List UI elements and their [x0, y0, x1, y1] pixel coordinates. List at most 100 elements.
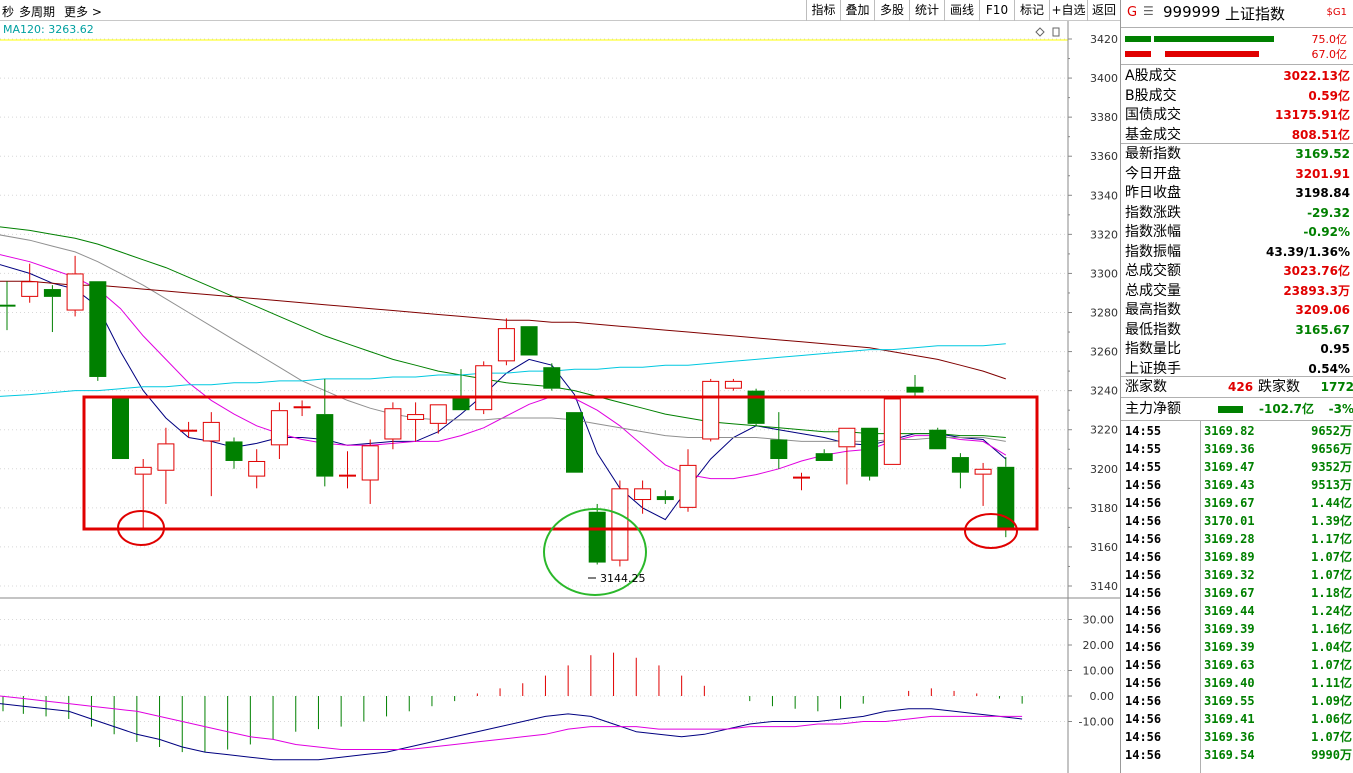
tick-price: 3169.43: [1204, 478, 1255, 492]
tick-volume: 1.44亿: [1311, 496, 1352, 510]
candle: [293, 400, 311, 417]
multi-stock-button[interactable]: 多股: [874, 0, 909, 21]
quote-row-label: 今日开盘: [1125, 165, 1181, 182]
price-tick-label: 3400: [1090, 72, 1118, 85]
overlay-button[interactable]: 叠加: [840, 0, 874, 21]
tick-volume: 1.07亿: [1311, 658, 1352, 672]
multi-period-tab[interactable]: 多周期: [19, 3, 55, 20]
tick-row: 14:56 3169.40 1.11亿: [1121, 674, 1353, 692]
back-button[interactable]: 返回: [1087, 0, 1120, 21]
tick-volume: 1.07亿: [1311, 568, 1352, 582]
quote-row: 总成交额 3023.76亿: [1121, 262, 1353, 281]
candle: [634, 480, 652, 514]
price-grid: [0, 38, 1068, 587]
quote-row-label: 国债成交: [1125, 107, 1181, 123]
candle: [339, 451, 356, 489]
candles: [0, 255, 1015, 567]
tick-volume: 1.11亿: [1311, 676, 1352, 690]
tick-price: 3169.28: [1204, 532, 1255, 546]
tick-volume: 9652万: [1311, 424, 1352, 438]
tick-volume: 1.07亿: [1311, 730, 1352, 744]
more-menu[interactable]: 更多 >: [64, 3, 102, 20]
tick-volume: 1.07亿: [1311, 550, 1352, 564]
tick-row: 14:56 3169.55 1.09亿: [1121, 692, 1353, 710]
indicator-button[interactable]: 指标: [806, 0, 840, 21]
tick-volume: 9513万: [1311, 478, 1352, 492]
quote-row-value: 43.39/1.36%: [1266, 244, 1350, 259]
chart-header-icons[interactable]: [1035, 27, 1060, 37]
candle: [770, 412, 788, 469]
statistics-button[interactable]: 统计: [909, 0, 944, 21]
buy-bar: [1154, 36, 1274, 42]
candle: [180, 421, 198, 438]
tick-price: 3169.47: [1204, 460, 1255, 474]
price-tick-label: 3220: [1090, 424, 1118, 437]
candle: [702, 378, 720, 442]
tick-row: 14:56 3169.63 1.07亿: [1121, 656, 1353, 674]
candle: [543, 363, 561, 391]
price-tick-label: 3160: [1090, 541, 1118, 554]
tick-price: 3169.39: [1204, 622, 1255, 636]
price-tick-label: 3360: [1090, 150, 1118, 163]
price-tick-label: 3140: [1090, 580, 1118, 593]
quote-row: 最低指数 3165.67: [1121, 321, 1353, 340]
add-watchlist-button[interactable]: +自选: [1049, 0, 1087, 21]
tick-time: 14:56: [1125, 748, 1162, 762]
ma120-label: MA120: 3263.62: [3, 23, 94, 36]
candle: [43, 285, 61, 333]
kline-chart[interactable]: MA120: 3263.62 3144.25 30.00 20.00 10.00 0.…: [0, 21, 1120, 773]
tick-price: 3169.36: [1204, 442, 1255, 456]
quote-row-label: 昨日收盘: [1125, 185, 1181, 201]
main-flow-bar: [1218, 406, 1243, 413]
breadth-row: 涨家数 426 跌家数 1772: [1121, 378, 1353, 397]
tick-row: 14:56 3169.67 1.44亿: [1121, 494, 1353, 512]
candle: [793, 472, 810, 491]
quote-row: 最高指数 3209.06: [1121, 301, 1353, 320]
quote-row-value: -0.92%: [1303, 225, 1350, 239]
tick-price: 3169.82: [1204, 424, 1255, 438]
quote-row-label: A股成交: [1125, 68, 1177, 84]
sell-bar-left: [1125, 51, 1151, 57]
candle: [225, 437, 243, 469]
tick-time: 14:56: [1125, 622, 1162, 636]
buy-bar-value: 75.0亿: [1311, 33, 1348, 46]
candle: [838, 427, 856, 485]
candle: [134, 459, 152, 530]
quote-row-label: 基金成交: [1125, 126, 1181, 143]
tick-row: 14:56 3169.89 1.07亿: [1121, 548, 1353, 566]
candle: [157, 427, 175, 504]
candle: [21, 263, 39, 303]
quote-row: 今日开盘 3201.91: [1121, 165, 1353, 184]
quote-row-value: 3209.06: [1295, 303, 1350, 317]
ma-lines: [0, 226, 1007, 521]
tick-volume: 1.06亿: [1311, 712, 1352, 726]
tick-row: 14:56 3169.54 9990万: [1121, 746, 1353, 764]
period-seconds-tab[interactable]: 秒: [2, 3, 14, 20]
menu-icon[interactable]: ☰: [1143, 4, 1154, 18]
quote-panel: G ☰ 999999 上证指数 $G1 75.0亿 67.0亿 A股成交 3022…: [1120, 0, 1353, 773]
low-circle-right: [964, 513, 1018, 549]
up-count: 426: [1228, 380, 1254, 394]
tick-time: 14:56: [1125, 640, 1162, 654]
quote-row-value: 0.95: [1320, 342, 1350, 356]
quote-row: B股成交 0.59亿: [1121, 87, 1353, 106]
candle: [815, 449, 833, 461]
candle: [929, 427, 947, 450]
candle: [475, 361, 493, 415]
tick-volume: 1.24亿: [1311, 604, 1352, 618]
candle: [407, 402, 425, 442]
tick-time: 14:56: [1125, 676, 1162, 690]
window-icon: [1052, 27, 1060, 37]
macd-tick-label: 0.00: [1090, 690, 1115, 703]
tick-time: 14:55: [1125, 424, 1162, 438]
quote-row-label: 指数振幅: [1125, 243, 1181, 260]
low-value-label: 3144.25: [600, 572, 646, 585]
f10-button[interactable]: F10: [979, 0, 1014, 21]
candle: [112, 396, 129, 460]
candle: [520, 326, 538, 356]
tick-volume: 1.16亿: [1311, 622, 1352, 636]
mark-button[interactable]: 标记: [1014, 0, 1049, 21]
candle: [361, 439, 379, 504]
candle: [66, 255, 84, 317]
draw-line-button[interactable]: 画线: [944, 0, 979, 21]
